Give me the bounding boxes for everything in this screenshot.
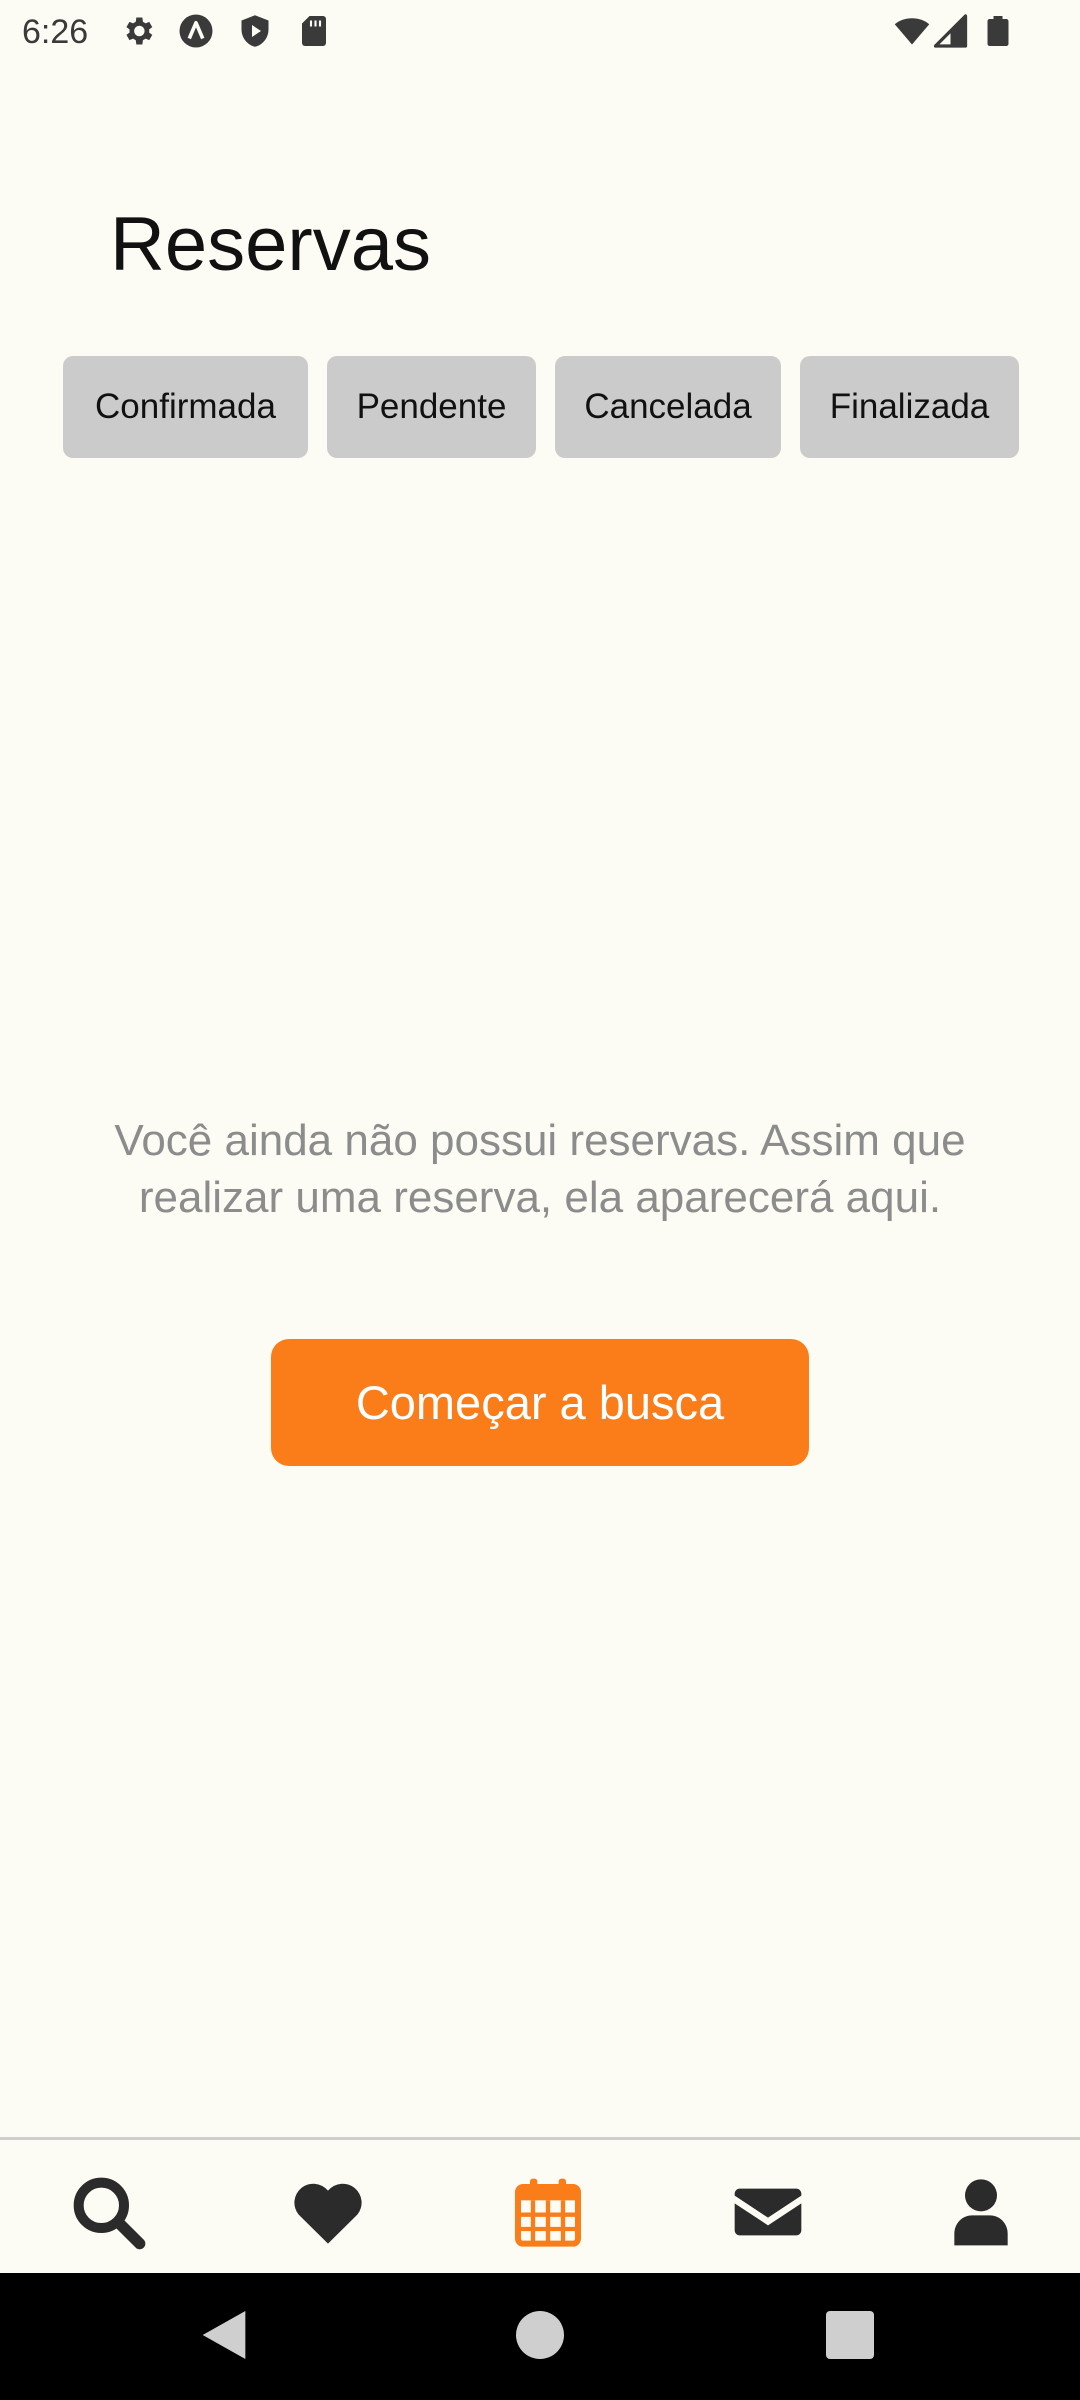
back-button[interactable] [192,2303,256,2367]
calendar-icon [515,2178,581,2247]
heart-icon [294,2183,362,2244]
recents-square-icon [826,2311,874,2359]
status-filter-bar: Confirmada Pendente Cancelada Finalizada [0,356,1080,458]
nav-item-messages[interactable] [726,2170,810,2254]
home-button[interactable] [508,2303,572,2367]
nav-item-favorites[interactable] [286,2170,370,2254]
filter-chip-finalizada[interactable]: Finalizada [800,356,1019,458]
envelope-icon [734,2188,802,2236]
wifi-icon [892,13,932,49]
page-title: Reservas [110,202,431,287]
status-bar: 6:26 [0,0,1080,64]
start-search-button[interactable]: Começar a busca [271,1339,809,1466]
system-navigation-bar [0,2273,1080,2400]
status-time: 6:26 [22,13,89,51]
nav-item-profile[interactable] [939,2170,1023,2254]
sd-card-icon [296,13,332,49]
filter-chip-confirmada[interactable]: Confirmada [63,356,308,458]
search-icon [73,2177,146,2250]
nav-item-reservations[interactable] [506,2170,590,2254]
gear-icon [120,13,156,49]
bottom-navigation [0,2137,1080,2276]
nav-item-search[interactable] [66,2170,150,2254]
filter-chip-pendente[interactable]: Pendente [327,356,536,458]
filter-chip-cancelada[interactable]: Cancelada [555,356,781,458]
user-icon [954,2179,1008,2246]
home-circle-icon [516,2311,564,2359]
battery-icon [980,13,1016,49]
empty-state-message: Você ainda não possui reservas. Assim qu… [114,1116,966,1222]
a-circle-icon [178,13,214,49]
signal-icon [934,13,970,49]
shield-play-icon [237,13,273,49]
recents-button[interactable] [818,2303,882,2367]
back-triangle-icon [202,2311,246,2359]
